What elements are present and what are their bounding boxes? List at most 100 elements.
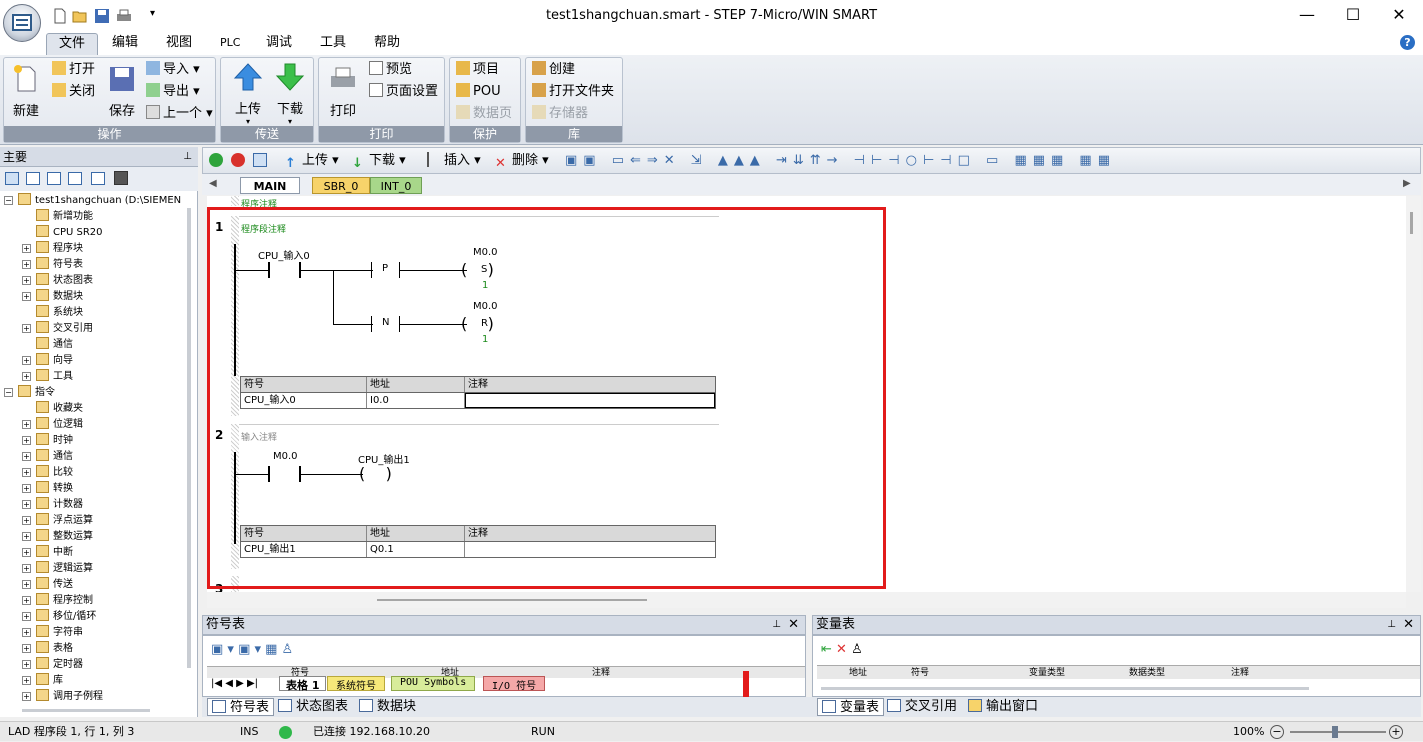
toolbar-delete-button[interactable]: ✕ 删除 ▾: [495, 152, 549, 171]
pin-icon[interactable]: ⊥: [772, 616, 781, 634]
tree-item[interactable]: 通信: [0, 337, 73, 353]
minimize-button[interactable]: —: [1284, 0, 1330, 30]
tree-item[interactable]: + 程序块: [0, 241, 83, 257]
bottom-tab-data-block[interactable]: 数据块: [359, 698, 416, 716]
tree-scrollbar[interactable]: [187, 208, 191, 668]
tab-sbr0[interactable]: SBR_0: [312, 177, 370, 194]
tree-item[interactable]: + 逻辑运算: [0, 561, 93, 577]
tree-item[interactable]: + 传送: [0, 577, 73, 593]
connection-status[interactable]: 已连接 192.168.10.20: [313, 722, 430, 742]
editor-vertical-scrollbar[interactable]: [1406, 196, 1421, 592]
view-icon[interactable]: [5, 172, 19, 185]
variable-table-hscroll[interactable]: [821, 687, 1309, 690]
sheet-tab-table1[interactable]: 表格 1: [279, 676, 327, 692]
tree-item[interactable]: + 转换: [0, 481, 73, 497]
page-setup-button[interactable]: 页面设置: [369, 81, 438, 102]
expand-icon[interactable]: +: [22, 532, 31, 541]
expand-icon[interactable]: +: [22, 356, 31, 365]
expand-icon[interactable]: +: [22, 676, 31, 685]
tree-item[interactable]: + 字符串: [0, 625, 83, 641]
document-icon[interactable]: [68, 172, 82, 185]
tree-item[interactable]: + 数据块: [0, 289, 83, 305]
previous-button[interactable]: 上一个 ▾: [146, 103, 213, 124]
tree-item[interactable]: + 定时器: [0, 657, 83, 673]
toolbar-download-button[interactable]: ↓ 下载 ▾: [352, 152, 406, 171]
expand-icon[interactable]: +: [22, 468, 31, 477]
tree-item[interactable]: + 计数器: [0, 497, 83, 513]
download-button[interactable]: 下载 ▾: [271, 62, 309, 126]
import-button[interactable]: 导入 ▾: [146, 59, 200, 80]
expand-icon[interactable]: +: [22, 372, 31, 381]
close-panel-icon[interactable]: ✕: [1403, 616, 1414, 634]
tree-item[interactable]: + 库: [0, 673, 63, 689]
sheet-navigation-icons[interactable]: |◀ ◀ ▶ ▶|: [211, 678, 258, 689]
save-button[interactable]: 保存: [104, 64, 140, 119]
expand-icon[interactable]: +: [22, 420, 31, 429]
protect-pou-button[interactable]: POU: [456, 81, 501, 102]
toolbar-insert-button[interactable]: 插入 ▾: [427, 152, 481, 170]
tree-item[interactable]: + 表格: [0, 641, 73, 657]
sheet-tab-io-symbols[interactable]: I/O 符号: [483, 676, 546, 692]
variable-table-toolbar-icons[interactable]: ⇤ ✕ ♙: [821, 642, 863, 657]
expand-icon[interactable]: +: [22, 244, 31, 253]
expand-icon[interactable]: +: [22, 324, 31, 333]
tree-item[interactable]: + 通信: [0, 449, 73, 465]
table-icon[interactable]: [26, 172, 40, 185]
bottom-tab-variable-table[interactable]: 变量表: [817, 698, 885, 716]
compile-icon[interactable]: [253, 153, 267, 167]
tab-plc[interactable]: PLC: [208, 33, 252, 55]
tree-horizontal-scrollbar[interactable]: [22, 709, 150, 712]
run-icon[interactable]: [209, 153, 223, 167]
stop-icon[interactable]: [231, 153, 245, 167]
tab-tools[interactable]: 工具: [308, 33, 358, 55]
open-library-folder-button[interactable]: 打开文件夹: [532, 81, 614, 102]
open-button[interactable]: 打开: [52, 59, 95, 80]
application-menu-button[interactable]: [3, 4, 41, 42]
tree-item[interactable]: − test1shangchuan (D:\SIEMEN: [0, 193, 181, 209]
tab-scroll-left-icon[interactable]: ◀: [209, 178, 217, 189]
sheet-tab-system-symbols[interactable]: 系统符号: [327, 676, 385, 692]
expand-icon[interactable]: +: [22, 596, 31, 605]
tree-item[interactable]: − 指令: [0, 385, 55, 401]
print-button[interactable]: 打印: [325, 64, 361, 119]
close-panel-icon[interactable]: ✕: [788, 616, 799, 634]
protect-data-page-button[interactable]: 数据页: [456, 103, 512, 124]
expand-icon[interactable]: +: [22, 612, 31, 621]
collapse-icon[interactable]: −: [4, 388, 13, 397]
tree-item[interactable]: + 程序控制: [0, 593, 93, 609]
upload-button[interactable]: 上传 ▾: [229, 62, 267, 126]
pin-icon[interactable]: ⊥: [183, 147, 192, 167]
tab-debug[interactable]: 调试: [254, 33, 304, 55]
library-memory-button[interactable]: 存储器: [532, 103, 588, 124]
close-button[interactable]: ✕: [1376, 0, 1422, 30]
tree-item[interactable]: + 符号表: [0, 257, 83, 273]
expand-icon[interactable]: +: [22, 516, 31, 525]
tree-item[interactable]: + 状态图表: [0, 273, 93, 289]
expand-icon[interactable]: +: [22, 548, 31, 557]
expand-icon[interactable]: +: [22, 276, 31, 285]
close-project-button[interactable]: 关闭: [52, 81, 95, 102]
editor-horizontal-scrollbar[interactable]: [207, 592, 1406, 608]
zoom-out-icon[interactable]: −: [1270, 725, 1284, 739]
help-icon[interactable]: ?: [1400, 35, 1415, 50]
tree-item[interactable]: + 工具: [0, 369, 73, 385]
list-icon[interactable]: [91, 172, 105, 185]
expand-icon[interactable]: +: [22, 452, 31, 461]
monitor-icon[interactable]: [114, 171, 128, 185]
expand-icon[interactable]: +: [22, 644, 31, 653]
bottom-tab-status-chart[interactable]: 状态图表: [278, 698, 348, 716]
tree-item[interactable]: 新增功能: [0, 209, 93, 225]
symbol-table-toolbar-icons[interactable]: ▣ ▾ ▣ ▾ ▦ ♙: [211, 642, 293, 657]
collapse-icon[interactable]: −: [4, 196, 13, 205]
tree-item[interactable]: + 调用子例程: [0, 689, 103, 705]
tree-item[interactable]: + 移位/循环: [0, 609, 96, 625]
tree-item[interactable]: + 交叉引用: [0, 321, 93, 337]
expand-icon[interactable]: +: [22, 660, 31, 669]
expand-icon[interactable]: +: [22, 436, 31, 445]
expand-icon[interactable]: +: [22, 580, 31, 589]
expand-icon[interactable]: +: [22, 692, 31, 701]
toolbar-upload-button[interactable]: ↑ 上传 ▾: [285, 152, 339, 171]
tab-view[interactable]: 视图: [154, 33, 204, 55]
bottom-tab-cross-reference[interactable]: 交叉引用: [887, 698, 957, 716]
expand-icon[interactable]: +: [22, 484, 31, 493]
